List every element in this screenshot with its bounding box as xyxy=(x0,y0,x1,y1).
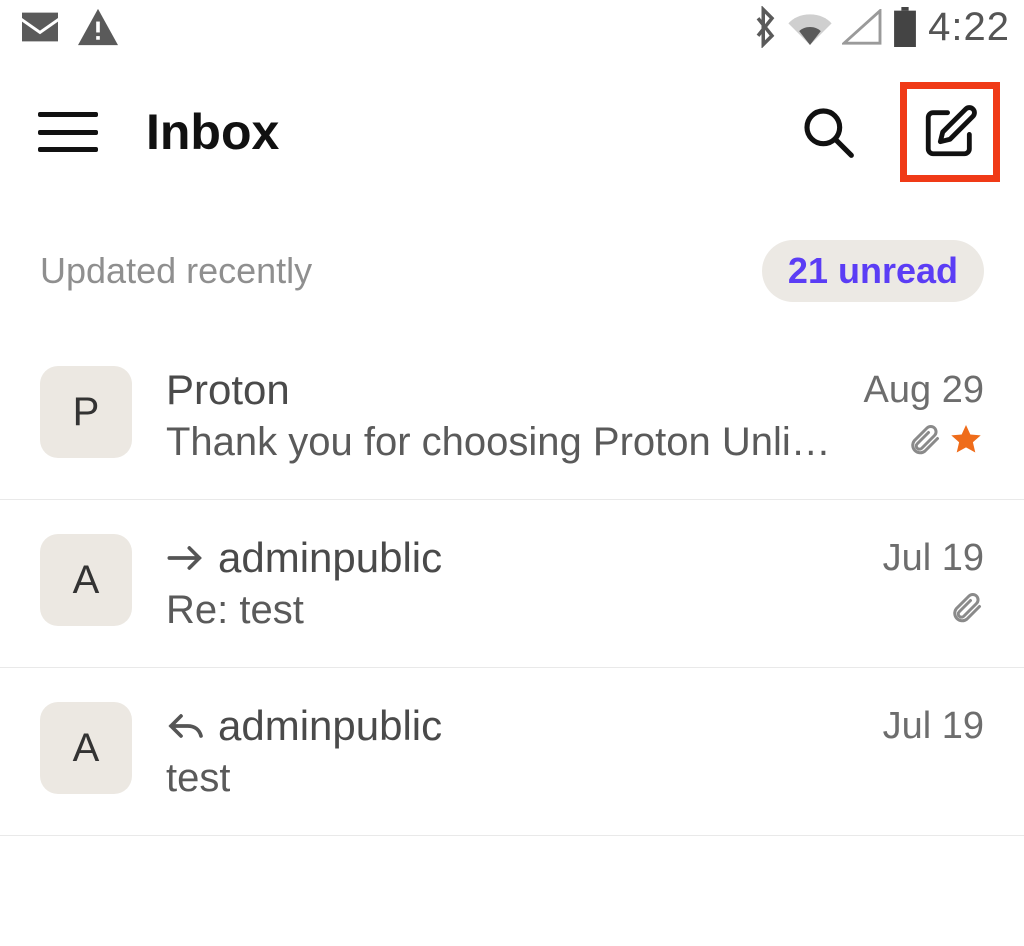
email-item[interactable]: P Proton Aug 29 Thank you for choosing P… xyxy=(0,332,1024,500)
sender-name: adminpublic xyxy=(218,702,442,750)
forward-arrow-icon xyxy=(166,543,206,573)
update-row: Updated recently 21 unread xyxy=(0,210,1024,332)
email-subject: Re: test xyxy=(166,588,304,633)
mail-notification-icon xyxy=(18,9,62,45)
avatar: A xyxy=(40,702,132,794)
sender-name: adminpublic xyxy=(218,534,442,582)
search-button[interactable] xyxy=(796,100,860,164)
email-subject: test xyxy=(166,756,230,801)
status-time: 4:22 xyxy=(928,5,1010,50)
wifi-icon xyxy=(788,9,832,45)
avatar: A xyxy=(40,534,132,626)
compose-highlight xyxy=(900,82,1000,182)
bluetooth-icon xyxy=(752,6,778,48)
email-date: Jul 19 xyxy=(883,705,984,748)
cellular-icon xyxy=(842,9,882,45)
email-date: Jul 19 xyxy=(883,537,984,580)
status-left xyxy=(18,7,120,47)
page-title: Inbox xyxy=(146,103,766,161)
updated-text: Updated recently xyxy=(40,250,312,292)
sender-name: Proton xyxy=(166,366,290,414)
email-list: P Proton Aug 29 Thank you for choosing P… xyxy=(0,332,1024,836)
email-body: Proton Aug 29 Thank you for choosing Pro… xyxy=(166,366,984,465)
attachment-icon xyxy=(906,422,942,463)
compose-button[interactable] xyxy=(915,97,985,167)
reply-arrow-icon xyxy=(166,711,206,741)
header-actions xyxy=(796,82,1000,182)
email-item[interactable]: A adminpublic Jul 19 test xyxy=(0,668,1024,836)
app-header: Inbox xyxy=(0,54,1024,210)
status-right: 4:22 xyxy=(752,5,1010,50)
search-icon xyxy=(800,104,856,160)
warning-icon xyxy=(76,7,120,47)
email-badges xyxy=(906,422,984,463)
compose-icon xyxy=(921,103,979,161)
status-bar: 4:22 xyxy=(0,0,1024,54)
email-body: adminpublic Jul 19 Re: test xyxy=(166,534,984,633)
email-date: Aug 29 xyxy=(864,369,984,412)
email-badges xyxy=(948,590,984,631)
email-body: adminpublic Jul 19 test xyxy=(166,702,984,801)
star-icon xyxy=(948,422,984,463)
menu-button[interactable] xyxy=(38,108,98,156)
unread-badge[interactable]: 21 unread xyxy=(762,240,984,302)
battery-icon xyxy=(892,7,918,47)
email-subject: Thank you for choosing Proton Unli… xyxy=(166,420,831,465)
email-item[interactable]: A adminpublic Jul 19 Re: test xyxy=(0,500,1024,668)
avatar: P xyxy=(40,366,132,458)
attachment-icon xyxy=(948,590,984,631)
